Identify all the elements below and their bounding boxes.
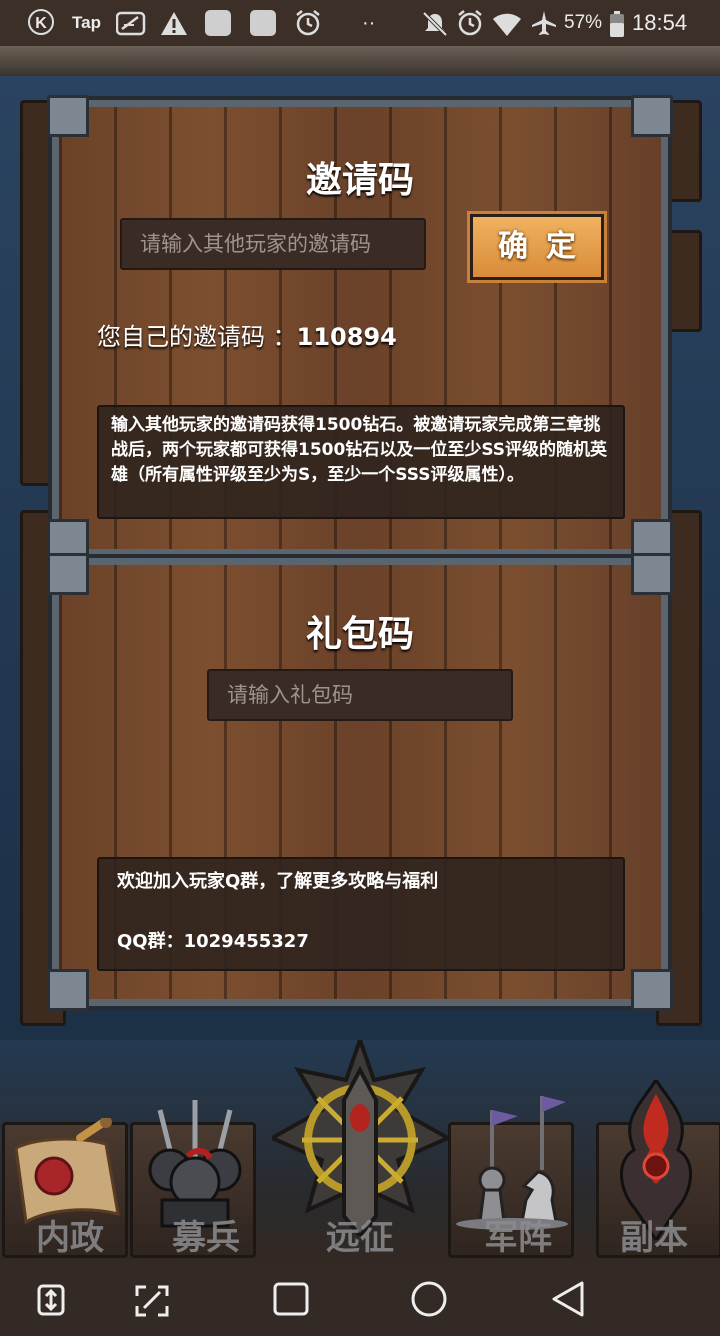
k-circle-icon: K — [28, 9, 54, 35]
invite-code-input[interactable]: 请输入其他玩家的邀请码 — [120, 218, 426, 270]
nav-label-recruit[interactable]: 募兵 — [136, 1210, 276, 1259]
panel-corner — [631, 95, 673, 137]
square-icon — [205, 10, 231, 36]
wifi-icon — [492, 10, 522, 36]
invite-description: 输入其他玩家的邀请码获得1500钻石。被邀请玩家完成第三章挑战后，两个玩家都可获… — [97, 405, 625, 519]
warning-icon — [160, 10, 188, 36]
feather-icon — [115, 10, 146, 36]
panel-corner — [47, 969, 89, 1011]
nav-label-expedition[interactable]: 远征 — [290, 1210, 430, 1259]
qq-label: QQ群： — [117, 931, 184, 952]
gift-title: 礼包码 — [305, 614, 414, 655]
tap-icon: Tap — [72, 13, 101, 32]
back-triangle-icon[interactable] — [550, 1280, 586, 1318]
more-dots-icon: ·· — [362, 12, 376, 34]
gift-code-panel: 礼包码 请输入礼包码 欢迎加入玩家Q群，了解更多攻略与福利 QQ群：102945… — [47, 553, 673, 1011]
nav-label-formation[interactable]: 军阵 — [448, 1210, 588, 1259]
status-bar: K Tap ·· 57% 18:54 — [0, 0, 720, 46]
nav-label-domestic[interactable]: 内政 — [0, 1210, 140, 1259]
qq-number: 1029455327 — [183, 931, 309, 952]
own-invite-code: 您自己的邀请码 ：110894 — [97, 317, 397, 352]
qq-group-info: 欢迎加入玩家Q群，了解更多攻略与福利 QQ群：1029455327 — [97, 857, 625, 971]
own-code-label: 您自己的邀请码 ： — [97, 323, 297, 351]
invite-title: 邀请码 — [305, 160, 414, 201]
sword-emblem-icon[interactable] — [272, 1040, 448, 1236]
screenshot-icon[interactable] — [134, 1284, 170, 1318]
qq-welcome-text: 欢迎加入玩家Q群，了解更多攻略与福利 — [117, 871, 439, 892]
nav-label-dungeon[interactable]: 副本 — [584, 1210, 720, 1259]
android-navigation-bar — [0, 1262, 720, 1336]
panel-corner — [631, 969, 673, 1011]
panel-corner — [47, 95, 89, 137]
clock-time: 18:54 — [632, 10, 688, 35]
alarm-icon — [456, 9, 484, 37]
battery-percent: 57% — [564, 12, 603, 33]
panel-corner — [631, 553, 673, 595]
chess-pieces-icon — [456, 1096, 568, 1230]
square-icon — [250, 10, 276, 36]
confirm-button[interactable]: 确定 — [467, 211, 607, 283]
airplane-icon — [530, 9, 558, 37]
screen-rotate-icon[interactable] — [36, 1284, 66, 1316]
own-code-value: 110894 — [296, 323, 397, 351]
top-frame-strip — [0, 46, 720, 76]
mute-icon — [422, 10, 448, 37]
alarm-sync-icon — [294, 9, 322, 37]
gift-code-input[interactable]: 请输入礼包码 — [207, 669, 513, 721]
panel-corner — [47, 553, 89, 595]
battery-icon — [610, 10, 624, 37]
invite-code-panel: 邀请码 请输入其他玩家的邀请码 确定 您自己的邀请码 ：110894 输入其他玩… — [47, 95, 673, 561]
recents-square-icon[interactable] — [273, 1282, 309, 1316]
home-circle-icon[interactable] — [410, 1280, 448, 1318]
qq-group-number: QQ群：1029455327 — [117, 929, 605, 955]
